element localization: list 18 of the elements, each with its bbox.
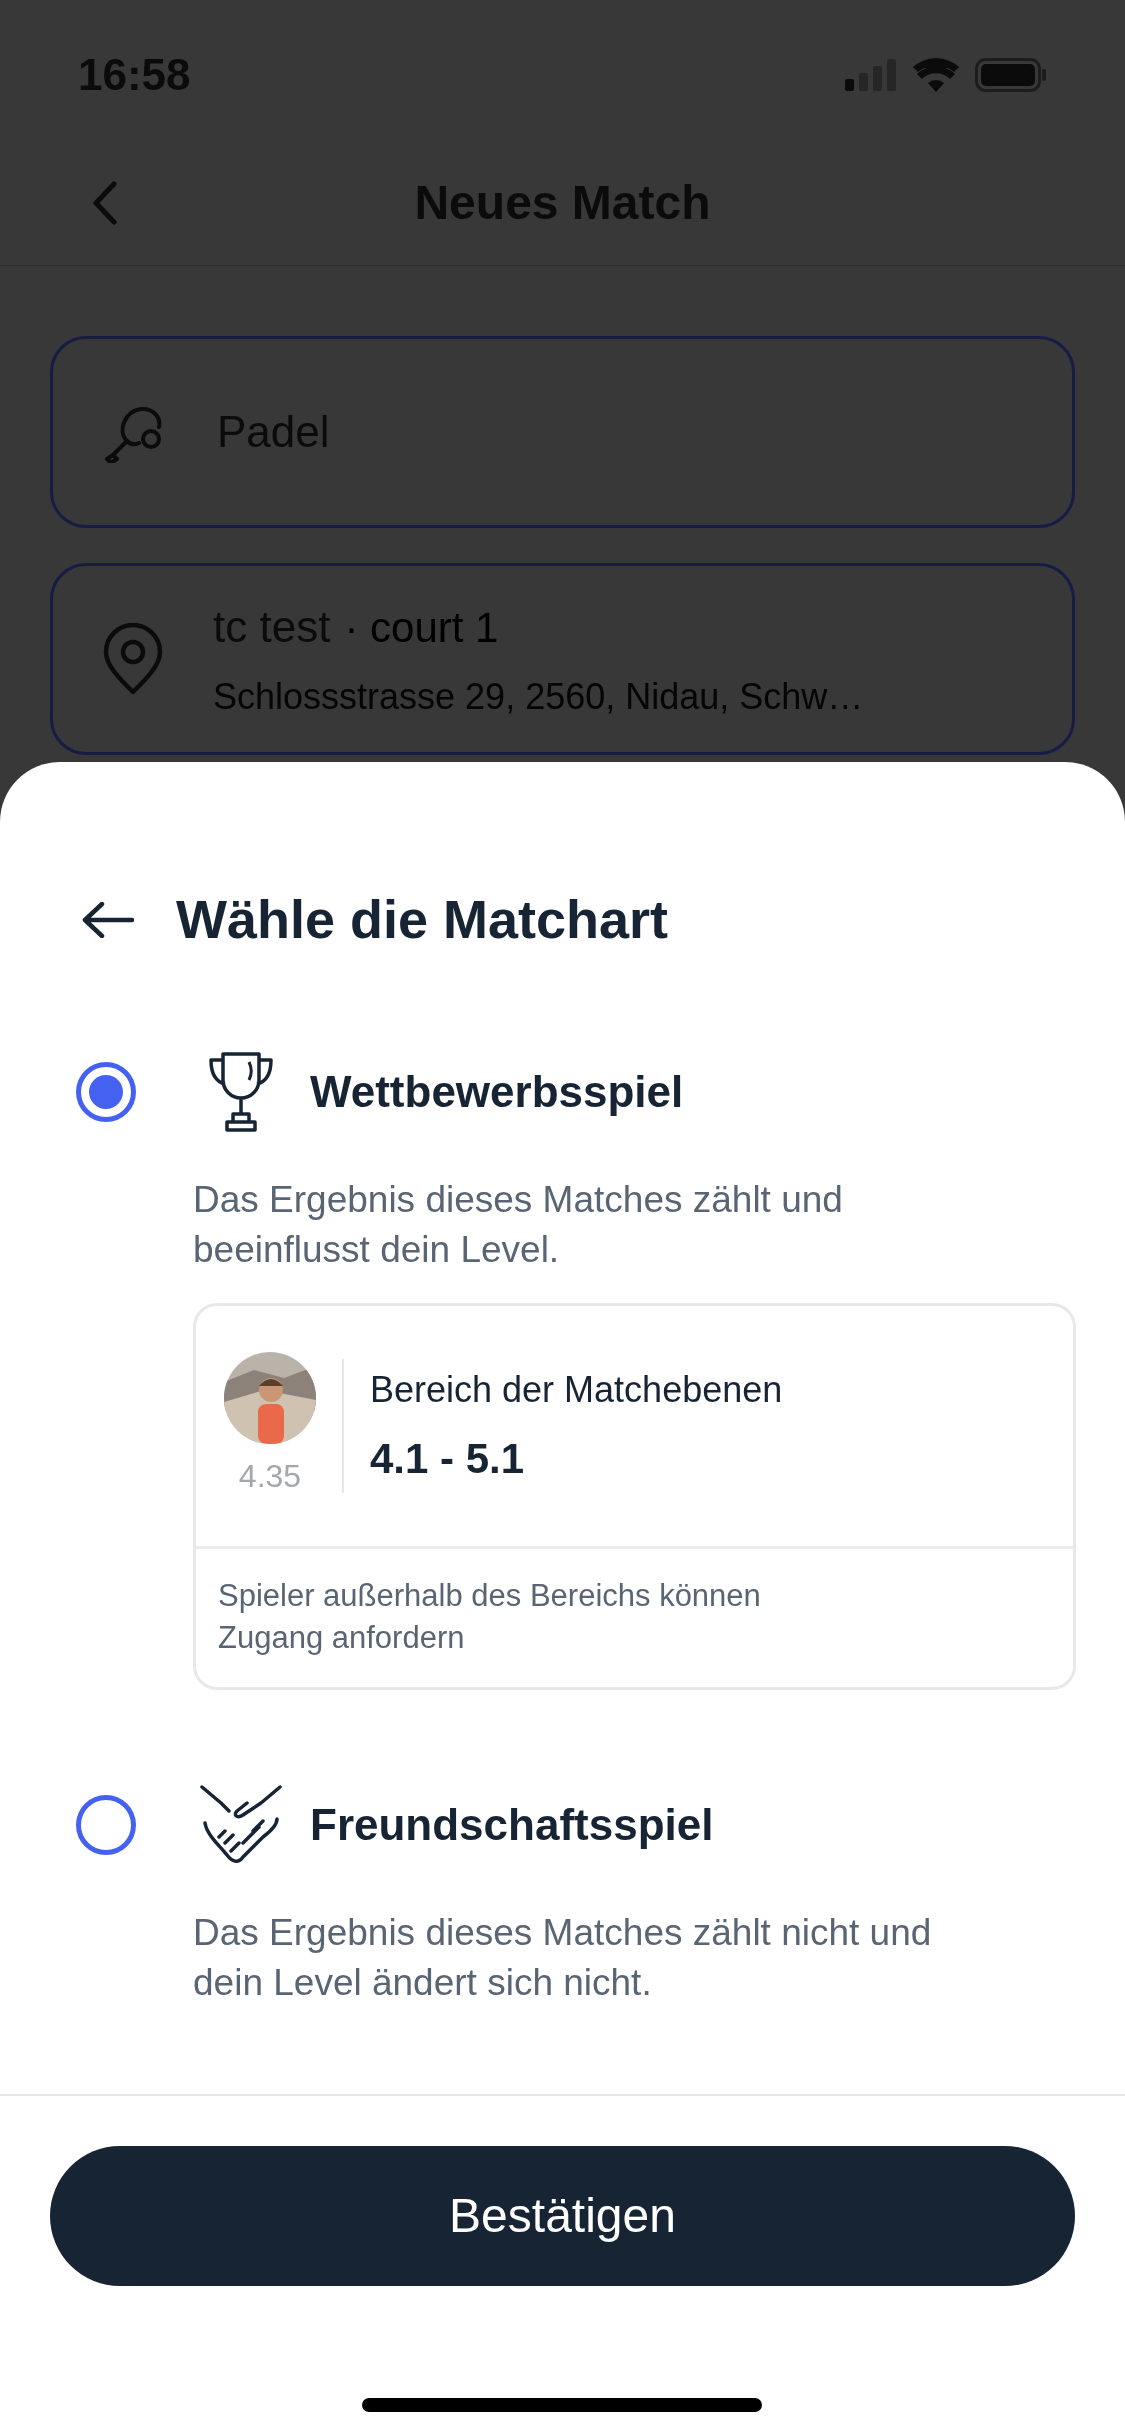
option-description: Das Ergebnis dieses Matches zählt und beeinflusst dein Level.	[193, 1178, 844, 1272]
sheet-title: Wähle die Matchart	[176, 888, 669, 951]
option-title: Wettbewerbsspiel	[310, 1066, 684, 1118]
radio-button[interactable]	[76, 1062, 136, 1122]
battery-icon	[975, 58, 1047, 92]
location-pin-icon	[103, 623, 163, 695]
handshake-icon	[199, 1785, 283, 1865]
wifi-icon	[913, 58, 959, 92]
option-description: Das Ergebnis dieses Matches zählt nicht und dein Level ändert sich nicht.	[193, 1911, 933, 2005]
confirm-button[interactable]: Bestätigen	[50, 2146, 1075, 2286]
range-value: 4.1 - 5.1	[370, 1433, 526, 1484]
player-rating: 4.35	[238, 1457, 302, 1496]
radio-button[interactable]	[76, 1795, 136, 1855]
court-label: · court 1	[344, 603, 499, 653]
range-note: Spieler außerhalb des Bereichs können Zugang anfordern	[218, 1577, 762, 1657]
range-label: Bereich der Matchebenen	[370, 1367, 783, 1412]
signal-icon	[845, 59, 897, 91]
option-title: Freundschaftsspiel	[310, 1799, 714, 1851]
